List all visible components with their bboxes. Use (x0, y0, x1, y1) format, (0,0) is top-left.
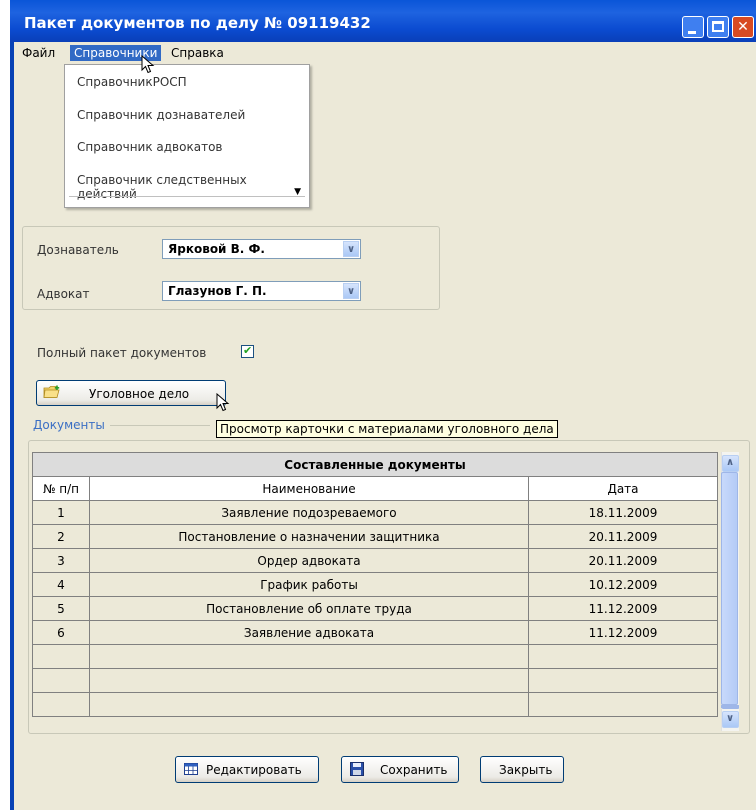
table-row-empty[interactable] (32, 644, 718, 669)
row-name (89, 644, 529, 669)
row-date (528, 668, 718, 693)
chevron-up-icon: ∧ (726, 457, 735, 468)
row-date (528, 644, 718, 669)
title-bar[interactable]: Пакет документов по делу № 09119432 ✕ (10, 0, 756, 42)
row-name: Заявление адвоката (89, 620, 529, 645)
table-row[interactable]: 1 Заявление подозреваемого 18.11.2009 (32, 500, 718, 525)
row-name: График работы (89, 572, 529, 597)
row-name: Ордер адвоката (89, 548, 529, 573)
full-package-checkbox[interactable]: ✔ (241, 344, 254, 358)
close-button[interactable]: Закрыть (480, 756, 564, 783)
criminal-case-button-label: Уголовное дело (89, 387, 190, 401)
row-number: 3 (32, 548, 90, 573)
row-name: Постановление о назначении защитника (89, 524, 529, 549)
row-date: 20.11.2009 (528, 548, 718, 573)
grid-icon (184, 763, 198, 775)
close-icon: ✕ (737, 19, 749, 35)
menu-item-investigators[interactable]: Справочник дознавателей (77, 108, 245, 122)
lawyer-dropdown-button[interactable]: ∨ (343, 283, 359, 299)
lawyer-select[interactable]: Глазунов Г. П. ∨ (162, 281, 361, 301)
minimize-icon (688, 31, 696, 34)
scroll-up-button[interactable]: ∧ (722, 455, 739, 472)
row-date: 11.12.2009 (528, 596, 718, 621)
save-button[interactable]: Сохранить (341, 756, 459, 783)
chevron-down-icon: ∨ (347, 286, 356, 297)
row-number: 5 (32, 596, 90, 621)
table-row-empty[interactable] (32, 692, 718, 717)
close-window-button[interactable]: ✕ (732, 16, 754, 38)
folder-add-icon (43, 385, 60, 398)
row-name: Постановление об оплате труда (89, 596, 529, 621)
menu-file[interactable]: Файл (22, 46, 55, 60)
minimize-button[interactable] (682, 16, 704, 38)
edit-button-label: Редактировать (206, 763, 302, 777)
row-date: 20.11.2009 (528, 524, 718, 549)
documents-section-label: Документы (33, 418, 105, 432)
row-name (89, 668, 529, 693)
table-row[interactable]: 4 График работы 10.12.2009 (32, 572, 718, 597)
investigator-select[interactable]: Ярковой В. Ф. ∨ (162, 239, 361, 259)
row-date (528, 692, 718, 717)
maximize-icon (712, 21, 724, 32)
lawyer-label: Адвокат (37, 287, 90, 301)
column-header-date[interactable]: Дата (528, 476, 718, 501)
table-row[interactable]: 6 Заявление адвоката 11.12.2009 (32, 620, 718, 645)
save-button-label: Сохранить (380, 763, 448, 777)
row-name (89, 692, 529, 717)
chevron-down-icon: ∨ (726, 713, 735, 724)
mouse-cursor-icon (141, 55, 155, 74)
row-date: 18.11.2009 (528, 500, 718, 525)
table-row[interactable]: 5 Постановление об оплате труда 11.12.20… (32, 596, 718, 621)
menu-bar: Файл Справочники Справка (14, 42, 756, 64)
menu-item-rosp[interactable]: СправочникРОСП (77, 75, 187, 89)
row-date: 11.12.2009 (528, 620, 718, 645)
edit-button[interactable]: Редактировать (175, 756, 319, 783)
floppy-disk-icon (350, 762, 364, 776)
row-name: Заявление подозреваемого (89, 500, 529, 525)
close-button-label: Закрыть (499, 763, 553, 777)
references-dropdown-menu: СправочникРОСП Справочник дознавателей С… (64, 64, 310, 208)
lawyer-value: Глазунов Г. П. (168, 284, 267, 298)
scroll-down-button[interactable]: ∨ (722, 711, 739, 728)
row-number: 1 (32, 500, 90, 525)
row-number: 2 (32, 524, 90, 549)
scroll-thumb-shadow-24 (721, 706, 738, 708)
full-package-label: Полный пакет документов (37, 346, 207, 360)
table-row[interactable]: 2 Постановление о назначении защитника 2… (32, 524, 718, 549)
mouse-cursor-icon (216, 393, 230, 412)
maximize-button[interactable] (707, 16, 729, 38)
menu-help[interactable]: Справка (171, 46, 224, 60)
investigator-value: Ярковой В. Ф. (168, 242, 265, 256)
documents-table: Составленные документы № п/п Наименовани… (32, 452, 718, 717)
table-row[interactable]: 3 Ордер адвоката 20.11.2009 (32, 548, 718, 573)
chevron-down-icon: ∨ (347, 244, 356, 255)
row-number (32, 644, 90, 669)
case-button-tooltip: Просмотр карточки с материалами уголовно… (216, 420, 558, 438)
criminal-case-button[interactable]: Уголовное дело (36, 380, 226, 406)
checkmark-icon: ✔ (243, 344, 253, 357)
window-title: Пакет документов по делу № 09119432 (24, 14, 371, 32)
investigator-dropdown-button[interactable]: ∨ (343, 241, 359, 257)
investigator-label: Дознаватель (37, 243, 119, 257)
row-number: 4 (32, 572, 90, 597)
table-row-empty[interactable] (32, 668, 718, 693)
menu-item-lawyers[interactable]: Справочник адвокатов (77, 140, 222, 154)
table-caption: Составленные документы (32, 452, 718, 477)
row-number: 6 (32, 620, 90, 645)
menu-separator (69, 196, 305, 197)
scroll-thumb-main[interactable] (721, 472, 738, 705)
window-left-border (10, 0, 14, 810)
section-divider (110, 425, 210, 426)
column-header-name[interactable]: Наименование (89, 476, 529, 501)
row-date: 10.12.2009 (528, 572, 718, 597)
row-number (32, 692, 90, 717)
column-header-number[interactable]: № п/п (32, 476, 90, 501)
row-number (32, 668, 90, 693)
